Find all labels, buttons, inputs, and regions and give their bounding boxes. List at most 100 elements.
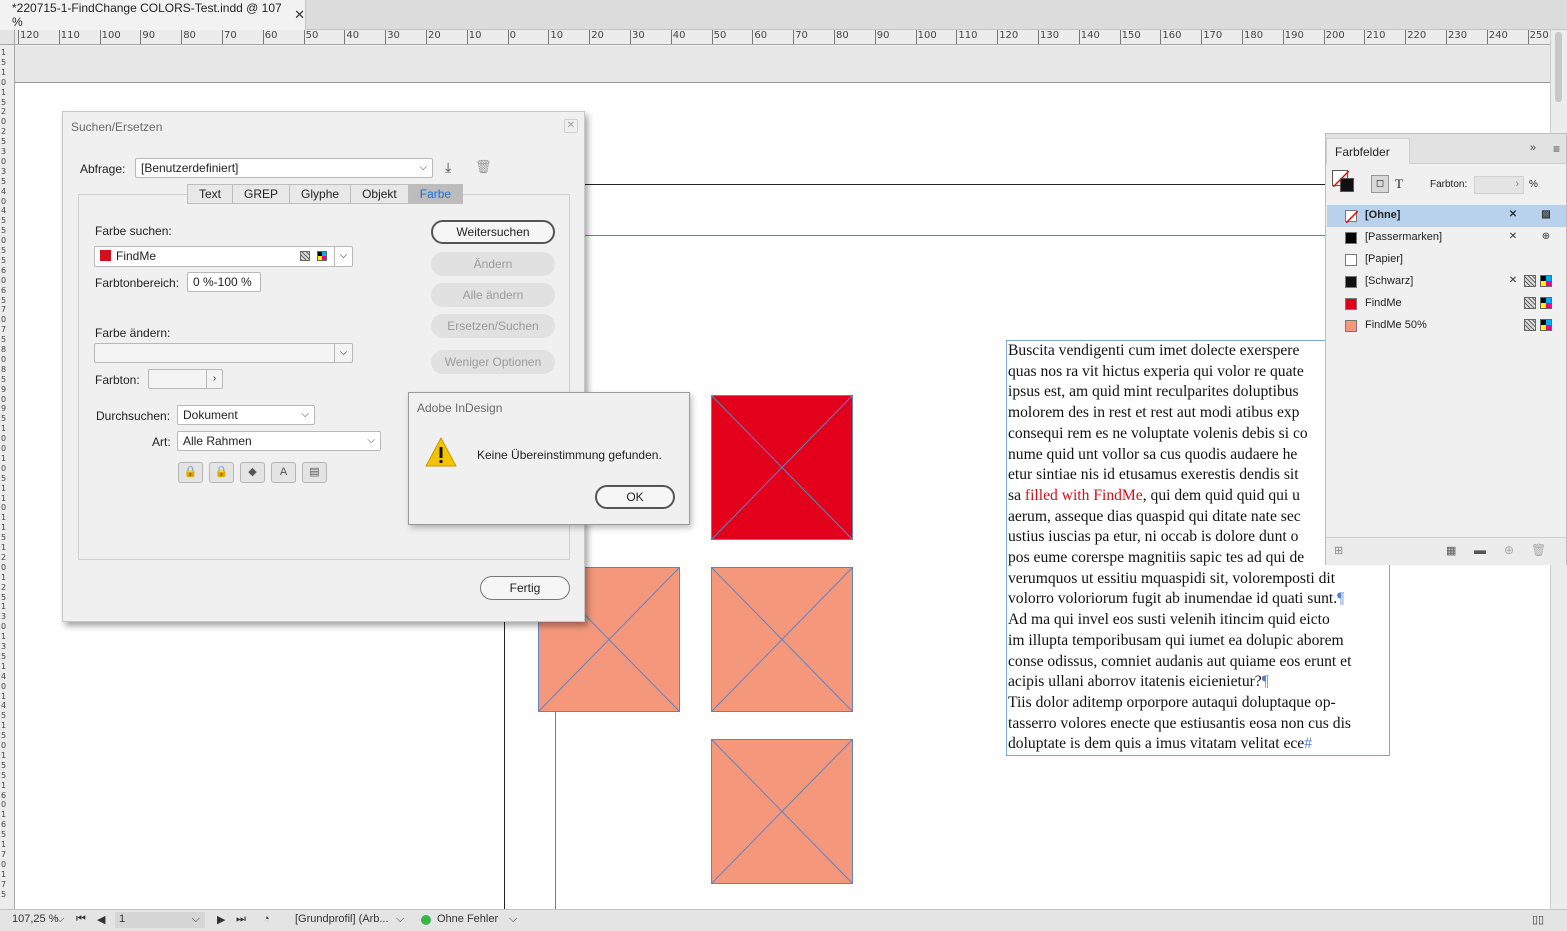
panel-tab-swatches[interactable]: Farbfelder	[1326, 138, 1410, 164]
change-color-select[interactable]: ⌵	[94, 343, 353, 363]
master-pages-icon[interactable]: A	[271, 462, 296, 483]
locked-layers-icon[interactable]: 🔒	[178, 462, 203, 483]
close-tab-icon[interactable]: ✕	[294, 7, 305, 23]
new-color-group-icon[interactable]: ▬	[1474, 543, 1486, 557]
swatch-row[interactable]: [Schwarz] ✕	[1327, 271, 1566, 293]
ruler-tick	[99, 30, 101, 44]
tab-farbe[interactable]: Farbe	[408, 185, 463, 203]
graphic-frame-red[interactable]	[711, 395, 853, 540]
zoom-level[interactable]: 107,25 %	[12, 913, 58, 925]
type-value: Alle Rahmen	[183, 434, 252, 448]
ruler-tick	[426, 30, 427, 44]
ruler-tick	[956, 30, 958, 44]
tint-field[interactable]: ›	[1474, 176, 1524, 194]
ruler-tick-label: 0	[1, 275, 7, 285]
locked-stories-icon[interactable]: 🔒	[209, 462, 234, 483]
graphic-frame-salmon[interactable]	[711, 739, 853, 884]
tab-text[interactable]: Text	[188, 185, 234, 203]
ruler-tick-label: 90	[142, 30, 156, 41]
delete-swatch-icon[interactable]: 🗑	[1531, 543, 1546, 557]
change-all-button[interactable]: Alle ändern	[431, 283, 555, 307]
chevron-down-icon[interactable]: ⌵	[396, 913, 404, 926]
tab-glyphe[interactable]: Glyphe	[290, 185, 352, 203]
last-page-icon[interactable]: ⏭	[236, 913, 246, 926]
delete-query-icon[interactable]: 🗑	[475, 159, 492, 175]
tint-range-field[interactable]: 0 %-100 %	[187, 272, 261, 292]
ruler-tick-label: 5	[1, 830, 7, 840]
non-editable-icon: ✕	[1508, 209, 1518, 220]
scroll-thumb[interactable]	[1555, 32, 1562, 102]
done-button[interactable]: Fertig	[480, 576, 570, 600]
split-layout-icon[interactable]: ▯▯	[1532, 913, 1544, 926]
ruler-tick-label: 5	[1, 731, 7, 741]
first-page-icon[interactable]: ⏮	[76, 913, 86, 926]
swatch-row[interactable]: FindMe	[1327, 293, 1566, 315]
ruler-tick-label: 1	[1, 661, 7, 671]
swatch-views-icon[interactable]: ▦	[1446, 544, 1456, 557]
swatch-row[interactable]: [Papier]	[1327, 249, 1566, 271]
vertical-ruler[interactable]: 1510152025303540455055606570758085909510…	[0, 45, 15, 909]
chevron-right-icon[interactable]: ›	[206, 369, 222, 389]
save-query-icon[interactable]: ⤓	[445, 159, 451, 176]
warning-icon	[425, 437, 457, 467]
fewer-options-button[interactable]: Weniger Optionen	[431, 350, 555, 374]
ruler-tick-label: 4	[1, 186, 7, 196]
find-color-select[interactable]: FindMe ⌵	[94, 246, 353, 267]
frame-cross-icon	[712, 740, 852, 883]
non-editable-icon: ✕	[1508, 231, 1518, 242]
query-value: [Benutzerdefiniert]	[141, 161, 239, 175]
swatch-row[interactable]: [Ohne] ✕ ▨	[1327, 205, 1566, 227]
ruler-tick-label: 40	[346, 30, 360, 41]
ruler-tick-label: 90	[876, 30, 890, 41]
document-tab[interactable]: *220715-1-FindChange COLORS-Test.indd @ …	[0, 0, 306, 30]
new-swatch-icon[interactable]: ⊕	[1504, 543, 1514, 557]
change-find-button[interactable]: Ersetzen/Suchen	[431, 314, 555, 338]
chevron-down-icon[interactable]: ⌵	[56, 913, 64, 926]
swatch-row[interactable]: FindMe 50%	[1327, 315, 1566, 337]
chevron-down-icon[interactable]: ⌵	[509, 913, 517, 926]
ruler-tick	[222, 30, 223, 44]
ruler-tick	[1364, 30, 1366, 44]
swatch-row[interactable]: [Passermarken] ✕ ⊕	[1327, 227, 1566, 249]
ruler-tick	[793, 30, 795, 44]
change-button[interactable]: Ändern	[431, 252, 555, 276]
ruler-tick-label: 5	[1, 533, 7, 543]
ok-button[interactable]: OK	[595, 485, 675, 509]
graphic-frame-salmon[interactable]	[711, 567, 853, 712]
collapse-panel-icon[interactable]: »	[1530, 142, 1536, 154]
ruler-tick-label: 9	[1, 384, 7, 394]
query-select[interactable]: [Benutzerdefiniert] ⌵	[135, 158, 433, 178]
find-next-button[interactable]: Weitersuchen	[431, 220, 555, 244]
show-all-swatches-icon[interactable]: ⊞	[1334, 544, 1343, 557]
ruler-tick-label: 110	[60, 30, 80, 41]
tint-label: Farbton:	[95, 373, 140, 387]
fill-stroke-icon[interactable]	[1332, 170, 1354, 192]
ruler-tick	[752, 30, 754, 44]
tint-field[interactable]: ›	[148, 369, 223, 389]
pilcrow-icon: ¶	[1337, 590, 1345, 608]
margin-guide-vertical	[504, 620, 505, 909]
panel-menu-icon[interactable]: ≡	[1553, 142, 1560, 156]
chevron-down-icon[interactable]: ⌵	[334, 343, 352, 363]
next-page-icon[interactable]: ▶	[217, 913, 225, 926]
search-scope-select[interactable]: Dokument ⌵	[177, 405, 315, 425]
ruler-tick-label: 1	[1, 543, 7, 552]
open-document-icon[interactable]: ◔	[263, 913, 270, 925]
tab-objekt[interactable]: Objekt	[351, 185, 409, 203]
ruler-tick	[589, 30, 591, 44]
page-field[interactable]: 1 ⌵	[115, 912, 205, 928]
close-icon[interactable]: ✕	[564, 119, 578, 133]
preflight-profile[interactable]: [Grundprofil] (Arb...	[295, 913, 389, 925]
ruler-tick-label: 1	[1, 840, 7, 849]
previous-page-icon[interactable]: ◀	[97, 913, 105, 926]
footnotes-icon[interactable]: ▤	[302, 462, 327, 483]
type-select[interactable]: Alle Rahmen ⌵	[177, 431, 381, 451]
formatting-text-icon[interactable]: T	[1395, 176, 1403, 192]
hidden-layers-icon[interactable]: ◆	[240, 462, 265, 483]
horizontal-ruler[interactable]: 120 110 100 90 80 70 60 50 40 30 20 10 0 10 20 30 40 50 60…	[15, 30, 1550, 45]
ruler-tick-label: 3	[1, 166, 7, 176]
chevron-down-icon[interactable]: ⌵	[334, 246, 352, 267]
tab-grep[interactable]: GREP	[233, 185, 291, 203]
ruler-origin[interactable]	[0, 30, 15, 45]
formatting-container-icon[interactable]: ◻	[1371, 175, 1389, 193]
